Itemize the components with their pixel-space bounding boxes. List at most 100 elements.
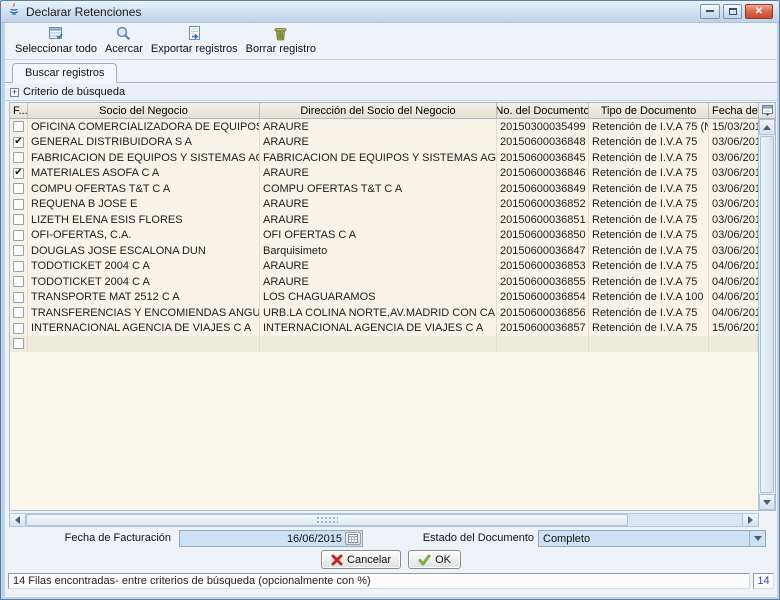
thumb-gripper	[316, 516, 338, 524]
cell-documento: 20150600036847	[497, 243, 589, 259]
scroll-left-button[interactable]	[10, 514, 26, 526]
vertical-scrollbar[interactable]	[758, 103, 775, 510]
row-checkbox-cell	[10, 274, 28, 290]
cell-tipo: Retención de I.V.A 75	[589, 212, 709, 228]
cell-direccion: ARAURE	[260, 197, 497, 213]
col-header-fecha[interactable]: Fecha de	[709, 103, 758, 119]
combo-dropdown-button[interactable]	[749, 531, 765, 546]
cell-tipo: Retención de I.V.A 75 (N/C)	[589, 119, 709, 135]
col-header-documento[interactable]: No. del Documento	[497, 103, 589, 119]
cell-socio: INTERNACIONAL AGENCIA DE VIAJES C A	[28, 321, 260, 337]
cell-direccion: INTERNACIONAL AGENCIA DE VIAJES C A	[260, 321, 497, 337]
estado-documento-combobox[interactable]: Completo	[538, 530, 766, 547]
ok-button[interactable]: OK	[408, 550, 461, 569]
cell-socio: TRANSFERENCIAS Y ENCOMIENDAS ANGULO LO..…	[28, 305, 260, 321]
arrow-left-icon	[15, 516, 20, 524]
cell-documento: 20150600036852	[497, 197, 589, 213]
row-checkbox[interactable]	[13, 261, 24, 272]
table-row[interactable]: REQUENA B JOSE E ARAURE 20150600036852 R…	[10, 197, 758, 213]
search-criteria-header[interactable]: + Criterio de búsqueda	[5, 84, 777, 101]
table-row[interactable]: OFI-OFERTAS, C.A. OFI OFERTAS C A 201506…	[10, 228, 758, 244]
row-checkbox[interactable]	[13, 168, 24, 179]
row-checkbox[interactable]	[13, 230, 24, 241]
maximize-button[interactable]	[723, 4, 742, 19]
export-icon	[186, 25, 203, 43]
table-row[interactable]: LIZETH ELENA ESIS FLORES ARAURE 20150600…	[10, 212, 758, 228]
chevron-down-icon	[754, 536, 762, 541]
row-checkbox[interactable]	[13, 245, 24, 256]
search-criteria-label: Criterio de búsqueda	[23, 86, 125, 98]
cell-tipo: Retención de I.V.A 75	[589, 197, 709, 213]
zoom-button[interactable]: Acercar	[101, 25, 147, 55]
cell-fecha: 04/06/2015	[709, 305, 758, 321]
horizontal-scroll-thumb[interactable]	[26, 514, 628, 526]
table-row[interactable]: GENERAL DISTRIBUIDORA S A ARAURE 2015060…	[10, 135, 758, 151]
ok-check-icon	[418, 554, 431, 566]
table-row[interactable]: TRANSPORTE MAT 2512 C A LOS CHAGUARAMOS …	[10, 290, 758, 306]
expand-plus-icon[interactable]: +	[10, 88, 19, 97]
vertical-scroll-track[interactable]	[759, 135, 775, 494]
scroll-right-button[interactable]	[742, 514, 758, 526]
cell-fecha: 04/06/2015	[709, 274, 758, 290]
row-checkbox[interactable]	[13, 338, 24, 349]
table-row[interactable]: FABRICACION DE EQUIPOS Y SISTEMAS AGRO I…	[10, 150, 758, 166]
col-header-direccion[interactable]: Dirección del Socio del Negocio	[260, 103, 497, 119]
window: Declarar Retenciones ✕ Seleccionar todo	[0, 0, 780, 600]
cell-fecha: 03/06/2015	[709, 228, 758, 244]
row-checkbox[interactable]	[13, 121, 24, 132]
row-checkbox[interactable]	[13, 137, 24, 148]
row-checkbox-cell	[10, 336, 28, 352]
table-row[interactable]: COMPU OFERTAS T&T C A COMPU OFERTAS T&T …	[10, 181, 758, 197]
scroll-up-button[interactable]	[759, 119, 775, 135]
cell-socio: REQUENA B JOSE E	[28, 197, 260, 213]
action-buttons-row: Cancelar OK	[5, 550, 777, 571]
close-button[interactable]: ✕	[745, 4, 773, 19]
cancel-button-label: Cancelar	[347, 554, 391, 566]
row-checkbox-cell	[10, 228, 28, 244]
export-button[interactable]: Exportar registros	[147, 25, 242, 55]
cell-socio: LIZETH ELENA ESIS FLORES	[28, 212, 260, 228]
col-header-check[interactable]: F...	[10, 103, 28, 119]
table-row[interactable]: MATERIALES ASOFA C A ARAURE 201506000368…	[10, 166, 758, 182]
row-checkbox[interactable]	[13, 152, 24, 163]
fecha-facturacion-value[interactable]: 16/06/2015	[180, 533, 345, 545]
cell-direccion: ARAURE	[260, 274, 497, 290]
vertical-scroll-thumb[interactable]	[760, 136, 774, 493]
fecha-facturacion-field[interactable]: 16/06/2015	[179, 530, 363, 547]
tab-buscar-registros[interactable]: Buscar registros	[12, 63, 117, 83]
table-row[interactable]: TODOTICKET 2004 C A ARAURE 2015060003685…	[10, 274, 758, 290]
cancel-button[interactable]: Cancelar	[321, 550, 401, 569]
cell-socio: MATERIALES ASOFA C A	[28, 166, 260, 182]
row-checkbox[interactable]	[13, 183, 24, 194]
col-header-socio[interactable]: Socio del Negocio	[28, 103, 260, 119]
title-bar: Declarar Retenciones ✕	[1, 1, 779, 23]
column-chooser-button[interactable]	[759, 103, 775, 119]
minimize-button[interactable]	[700, 4, 720, 19]
row-checkbox[interactable]	[13, 276, 24, 287]
row-checkbox[interactable]	[13, 307, 24, 318]
row-checkbox-cell	[10, 119, 28, 135]
scroll-down-button[interactable]	[759, 494, 775, 510]
row-checkbox[interactable]	[13, 214, 24, 225]
table-row[interactable]: DOUGLAS JOSE ESCALONA DUN Barquisimeto 2…	[10, 243, 758, 259]
table-row[interactable]: INTERNACIONAL AGENCIA DE VIAJES C A INTE…	[10, 321, 758, 337]
cell-documento: 20150600036853	[497, 259, 589, 275]
cell-fecha: 15/06/2015	[709, 321, 758, 337]
cell-direccion: ARAURE	[260, 212, 497, 228]
select-all-button[interactable]: Seleccionar todo	[11, 25, 101, 55]
delete-button[interactable]: Borrar registro	[242, 25, 320, 55]
table-row[interactable]: TRANSFERENCIAS Y ENCOMIENDAS ANGULO LO..…	[10, 305, 758, 321]
cell-socio: OFICINA COMERCIALIZADORA DE EQUIPOS DIES…	[28, 119, 260, 135]
tab-strip: Buscar registros	[5, 61, 777, 83]
col-header-tipo[interactable]: Tipo de Documento	[589, 103, 709, 119]
table-row[interactable]: TODOTICKET 2004 C A ARAURE 2015060003685…	[10, 259, 758, 275]
row-checkbox[interactable]	[13, 323, 24, 334]
row-checkbox[interactable]	[13, 292, 24, 303]
horizontal-scrollbar[interactable]	[9, 513, 759, 527]
calendar-button[interactable]	[345, 532, 361, 545]
client-area: Seleccionar todo Acercar	[5, 23, 777, 597]
table-row[interactable]: OFICINA COMERCIALIZADORA DE EQUIPOS DIES…	[10, 119, 758, 135]
horizontal-scroll-track[interactable]	[628, 514, 742, 526]
row-checkbox[interactable]	[13, 199, 24, 210]
row-checkbox-cell	[10, 166, 28, 182]
